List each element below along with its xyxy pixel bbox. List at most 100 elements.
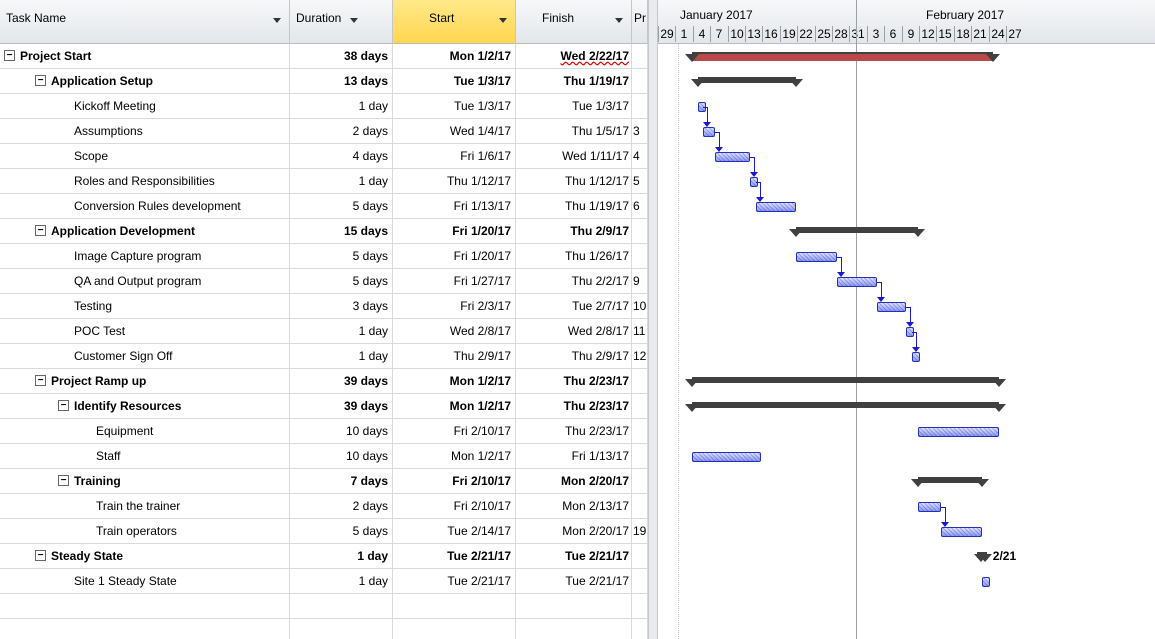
start-cell[interactable]: Mon 1/2/17: [393, 444, 516, 469]
task-name-cell[interactable]: Customer Sign Off: [0, 344, 290, 369]
predecessors-cell[interactable]: 5: [632, 169, 648, 194]
table-row[interactable]: Train the trainer 2 days Fri 2/10/17 Mon 2/…: [0, 494, 648, 519]
task-name-cell[interactable]: Kickoff Meeting: [0, 94, 290, 119]
table-row[interactable]: Train operators 5 days Tue 2/14/17 Mon 2/20…: [0, 519, 648, 544]
start-cell[interactable]: Mon 1/2/17: [393, 369, 516, 394]
predecessors-cell[interactable]: [632, 69, 648, 94]
empty-row[interactable]: [0, 619, 648, 639]
finish-cell[interactable]: Thu 1/12/17: [516, 169, 632, 194]
predecessors-cell[interactable]: [632, 394, 648, 419]
start-cell[interactable]: Fri 2/10/17: [393, 419, 516, 444]
duration-cell[interactable]: 4 days: [290, 144, 393, 169]
duration-cell[interactable]: 10 days: [290, 419, 393, 444]
predecessors-cell[interactable]: [632, 444, 648, 469]
empty-row[interactable]: [0, 594, 648, 619]
finish-cell[interactable]: Thu 2/23/17: [516, 369, 632, 394]
finish-cell[interactable]: Thu 1/5/17: [516, 119, 632, 144]
predecessors-cell[interactable]: 11: [632, 319, 648, 344]
task-name-cell[interactable]: Train the trainer: [0, 494, 290, 519]
finish-cell[interactable]: Mon 2/20/17: [516, 519, 632, 544]
predecessors-cell[interactable]: 10: [632, 294, 648, 319]
predecessors-cell[interactable]: [632, 469, 648, 494]
task-name-cell[interactable]: Roles and Responsibilities: [0, 169, 290, 194]
table-row[interactable]: Image Capture program 5 days Fri 1/20/17 Th…: [0, 244, 648, 269]
table-row[interactable]: − Project Start 38 days Mon 1/2/17 Wed 2/22/…: [0, 44, 648, 69]
empty-cell[interactable]: [632, 594, 648, 619]
finish-cell[interactable]: Thu 2/9/17: [516, 344, 632, 369]
start-cell[interactable]: Fri 2/10/17: [393, 494, 516, 519]
start-cell[interactable]: Fri 1/20/17: [393, 244, 516, 269]
task-name-cell[interactable]: Staff: [0, 444, 290, 469]
start-cell[interactable]: Mon 1/2/17: [393, 44, 516, 69]
task-name-cell[interactable]: − Project Start: [0, 44, 290, 69]
finish-cell[interactable]: Wed 2/8/17: [516, 319, 632, 344]
collapse-toggle-icon[interactable]: −: [35, 225, 46, 237]
start-cell[interactable]: Wed 2/8/17: [393, 319, 516, 344]
empty-cell[interactable]: [290, 619, 393, 639]
table-row[interactable]: POC Test 1 day Wed 2/8/17 Wed 2/8/17 11: [0, 319, 648, 344]
start-cell[interactable]: Fri 1/20/17: [393, 219, 516, 244]
duration-cell[interactable]: 1 day: [290, 569, 393, 594]
finish-cell[interactable]: Tue 2/21/17: [516, 569, 632, 594]
task-name-cell[interactable]: − Training: [0, 469, 290, 494]
start-cell[interactable]: Tue 2/14/17: [393, 519, 516, 544]
column-header-start[interactable]: Start: [393, 0, 516, 44]
dropdown-arrow-icon[interactable]: [273, 18, 281, 23]
finish-cell[interactable]: Tue 2/7/17: [516, 294, 632, 319]
table-row[interactable]: − Project Ramp up 39 days Mon 1/2/17 Thu 2/2…: [0, 369, 648, 394]
duration-cell[interactable]: 7 days: [290, 469, 393, 494]
finish-cell[interactable]: Wed 2/22/17: [516, 44, 632, 69]
predecessors-cell[interactable]: [632, 419, 648, 444]
predecessors-cell[interactable]: 6: [632, 194, 648, 219]
finish-cell[interactable]: Thu 2/23/17: [516, 394, 632, 419]
task-name-cell[interactable]: POC Test: [0, 319, 290, 344]
predecessors-cell[interactable]: [632, 544, 648, 569]
table-row[interactable]: − Application Setup 13 days Tue 1/3/17 Thu 1…: [0, 69, 648, 94]
empty-cell[interactable]: [290, 594, 393, 619]
start-cell[interactable]: Fri 2/10/17: [393, 469, 516, 494]
start-cell[interactable]: Mon 1/2/17: [393, 394, 516, 419]
column-header-predecessors[interactable]: Pr: [632, 0, 648, 44]
collapse-toggle-icon[interactable]: −: [35, 75, 46, 87]
dropdown-arrow-icon[interactable]: [499, 18, 507, 23]
task-name-cell[interactable]: Equipment: [0, 419, 290, 444]
task-name-cell[interactable]: QA and Output program: [0, 269, 290, 294]
predecessors-cell[interactable]: 9: [632, 269, 648, 294]
table-row[interactable]: − Steady State 1 day Tue 2/21/17 Tue 2/21/17: [0, 544, 648, 569]
finish-cell[interactable]: Thu 1/26/17: [516, 244, 632, 269]
finish-cell[interactable]: Thu 2/9/17: [516, 219, 632, 244]
table-row[interactable]: − Application Development 15 days Fri 1/20/…: [0, 219, 648, 244]
task-name-cell[interactable]: Conversion Rules development: [0, 194, 290, 219]
empty-cell[interactable]: [0, 594, 290, 619]
column-header-finish[interactable]: Finish: [516, 0, 632, 44]
duration-cell[interactable]: 5 days: [290, 269, 393, 294]
collapse-toggle-icon[interactable]: −: [35, 550, 46, 562]
finish-cell[interactable]: Tue 2/21/17: [516, 544, 632, 569]
duration-cell[interactable]: 5 days: [290, 194, 393, 219]
duration-cell[interactable]: 3 days: [290, 294, 393, 319]
start-cell[interactable]: Fri 1/27/17: [393, 269, 516, 294]
table-row[interactable]: Scope 4 days Fri 1/6/17 Wed 1/11/17 4: [0, 144, 648, 169]
duration-cell[interactable]: 2 days: [290, 494, 393, 519]
predecessors-cell[interactable]: 19: [632, 519, 648, 544]
empty-cell[interactable]: [393, 594, 516, 619]
duration-cell[interactable]: 10 days: [290, 444, 393, 469]
duration-cell[interactable]: 1 day: [290, 544, 393, 569]
task-name-cell[interactable]: Scope: [0, 144, 290, 169]
view-divider[interactable]: [648, 0, 658, 639]
predecessors-cell[interactable]: 12: [632, 344, 648, 369]
start-cell[interactable]: Wed 1/4/17: [393, 119, 516, 144]
collapse-toggle-icon[interactable]: −: [58, 400, 69, 412]
duration-cell[interactable]: 39 days: [290, 394, 393, 419]
start-cell[interactable]: Fri 1/13/17: [393, 194, 516, 219]
predecessors-cell[interactable]: [632, 569, 648, 594]
empty-cell[interactable]: [516, 594, 632, 619]
task-name-cell[interactable]: − Project Ramp up: [0, 369, 290, 394]
table-row[interactable]: − Training 7 days Fri 2/10/17 Mon 2/20/17: [0, 469, 648, 494]
dropdown-arrow-icon[interactable]: [615, 18, 623, 23]
empty-cell[interactable]: [632, 619, 648, 639]
table-row[interactable]: Roles and Responsibilities 1 day Thu 1/12/…: [0, 169, 648, 194]
start-cell[interactable]: Fri 2/3/17: [393, 294, 516, 319]
start-cell[interactable]: Tue 2/21/17: [393, 544, 516, 569]
column-header-duration[interactable]: Duration: [290, 0, 393, 44]
